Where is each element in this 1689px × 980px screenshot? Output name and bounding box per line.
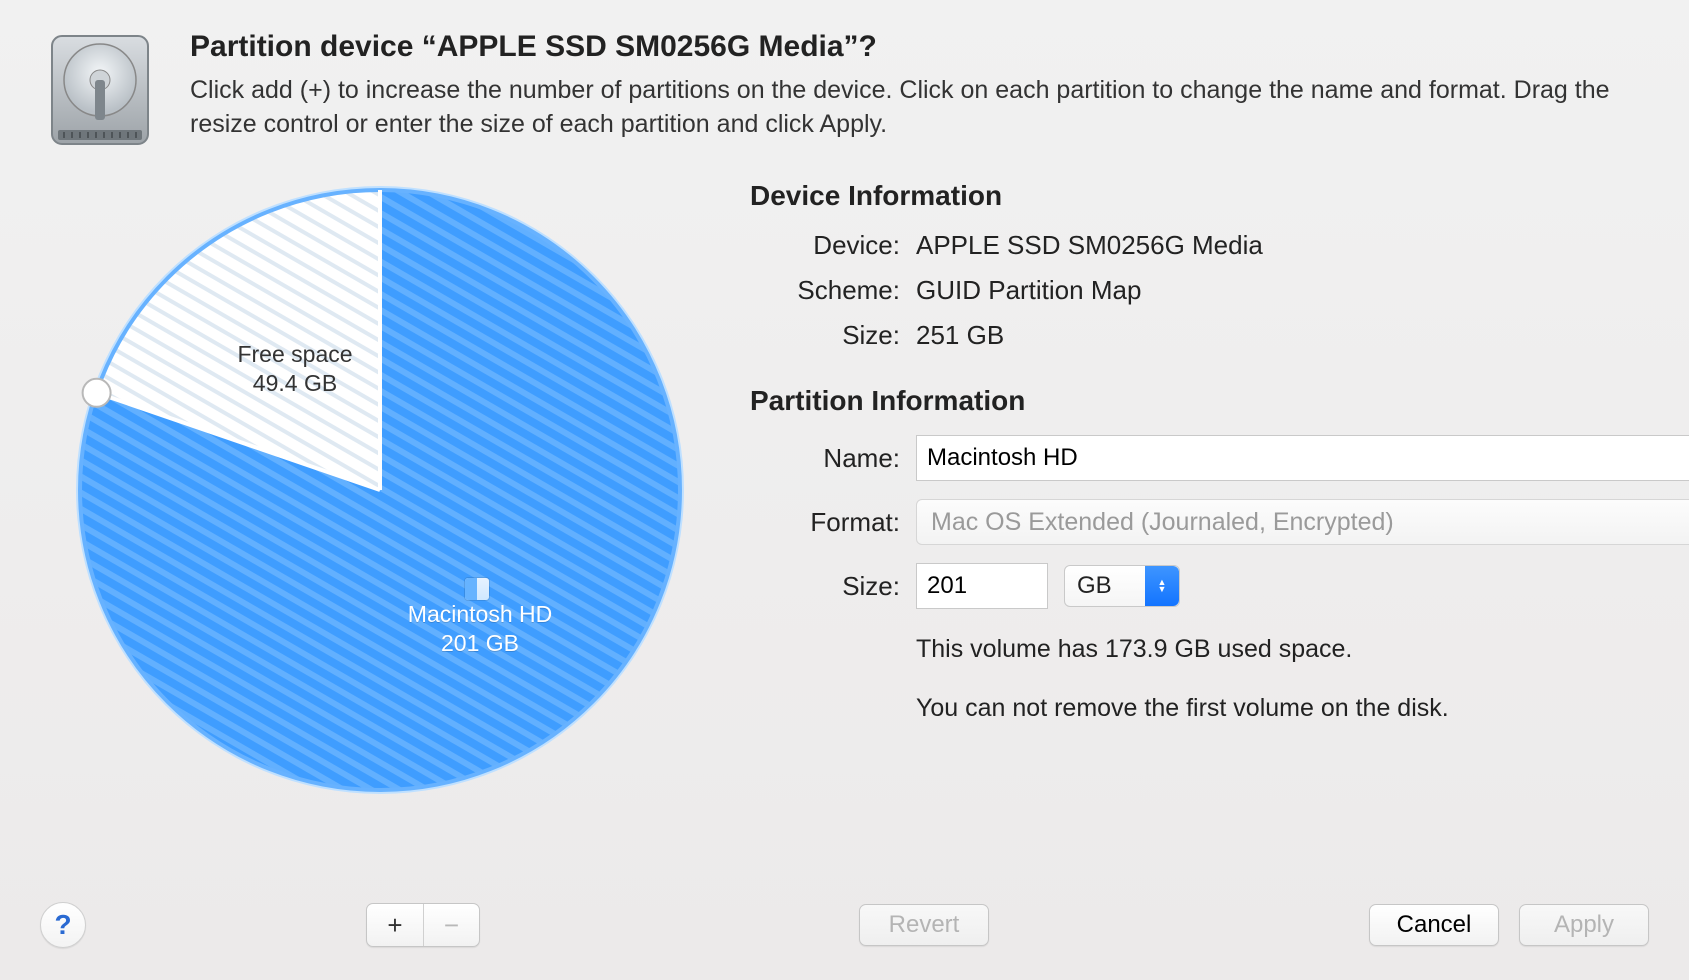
dialog-header: Partition device “APPLE SSD SM0256G Medi… xyxy=(0,0,1689,160)
scheme-value: GUID Partition Map xyxy=(916,275,1141,306)
finder-icon xyxy=(465,578,489,600)
add-remove-segmented: + − xyxy=(366,903,480,947)
size-unit-select[interactable]: GB ▲▼ xyxy=(1064,565,1180,607)
size-label: Size: xyxy=(750,571,900,602)
dialog-title: Partition device “APPLE SSD SM0256G Medi… xyxy=(190,30,1649,64)
disk-drive-icon xyxy=(40,30,160,150)
chevron-updown-icon: ▲▼ xyxy=(1145,566,1179,606)
revert-button: Revert xyxy=(859,904,989,946)
device-label: Device: xyxy=(750,230,900,261)
size-unit-value: GB xyxy=(1077,572,1112,600)
apply-button: Apply xyxy=(1519,904,1649,946)
help-button[interactable]: ? xyxy=(40,902,86,948)
format-label: Format: xyxy=(750,507,900,538)
partition-pie-chart[interactable]: Free space 49.4 GB Macintosh HD 201 GB xyxy=(60,170,700,810)
remove-partition-button: − xyxy=(423,904,479,946)
dialog-footer: ? + − Revert Cancel Apply xyxy=(0,870,1689,980)
cancel-button[interactable]: Cancel xyxy=(1369,904,1499,946)
device-value: APPLE SSD SM0256G Media xyxy=(916,230,1263,261)
format-select: Mac OS Extended (Journaled, Encrypted) ▲… xyxy=(916,499,1689,545)
name-label: Name: xyxy=(750,443,900,474)
cannot-remove-hint: You can not remove the first volume on t… xyxy=(916,694,1689,723)
partition-size-input[interactable] xyxy=(916,563,1048,609)
total-size-label: Size: xyxy=(750,320,900,351)
partition-information-heading: Partition Information xyxy=(750,385,1689,417)
format-value: Mac OS Extended (Journaled, Encrypted) xyxy=(931,508,1394,537)
dialog-description: Click add (+) to increase the number of … xyxy=(190,74,1649,142)
partition-name-input[interactable] xyxy=(916,435,1689,481)
scheme-label: Scheme: xyxy=(750,275,900,306)
total-size-value: 251 GB xyxy=(916,320,1004,351)
used-space-hint: This volume has 173.9 GB used space. xyxy=(916,635,1689,664)
device-information-heading: Device Information xyxy=(750,180,1689,212)
add-partition-button[interactable]: + xyxy=(367,904,423,946)
